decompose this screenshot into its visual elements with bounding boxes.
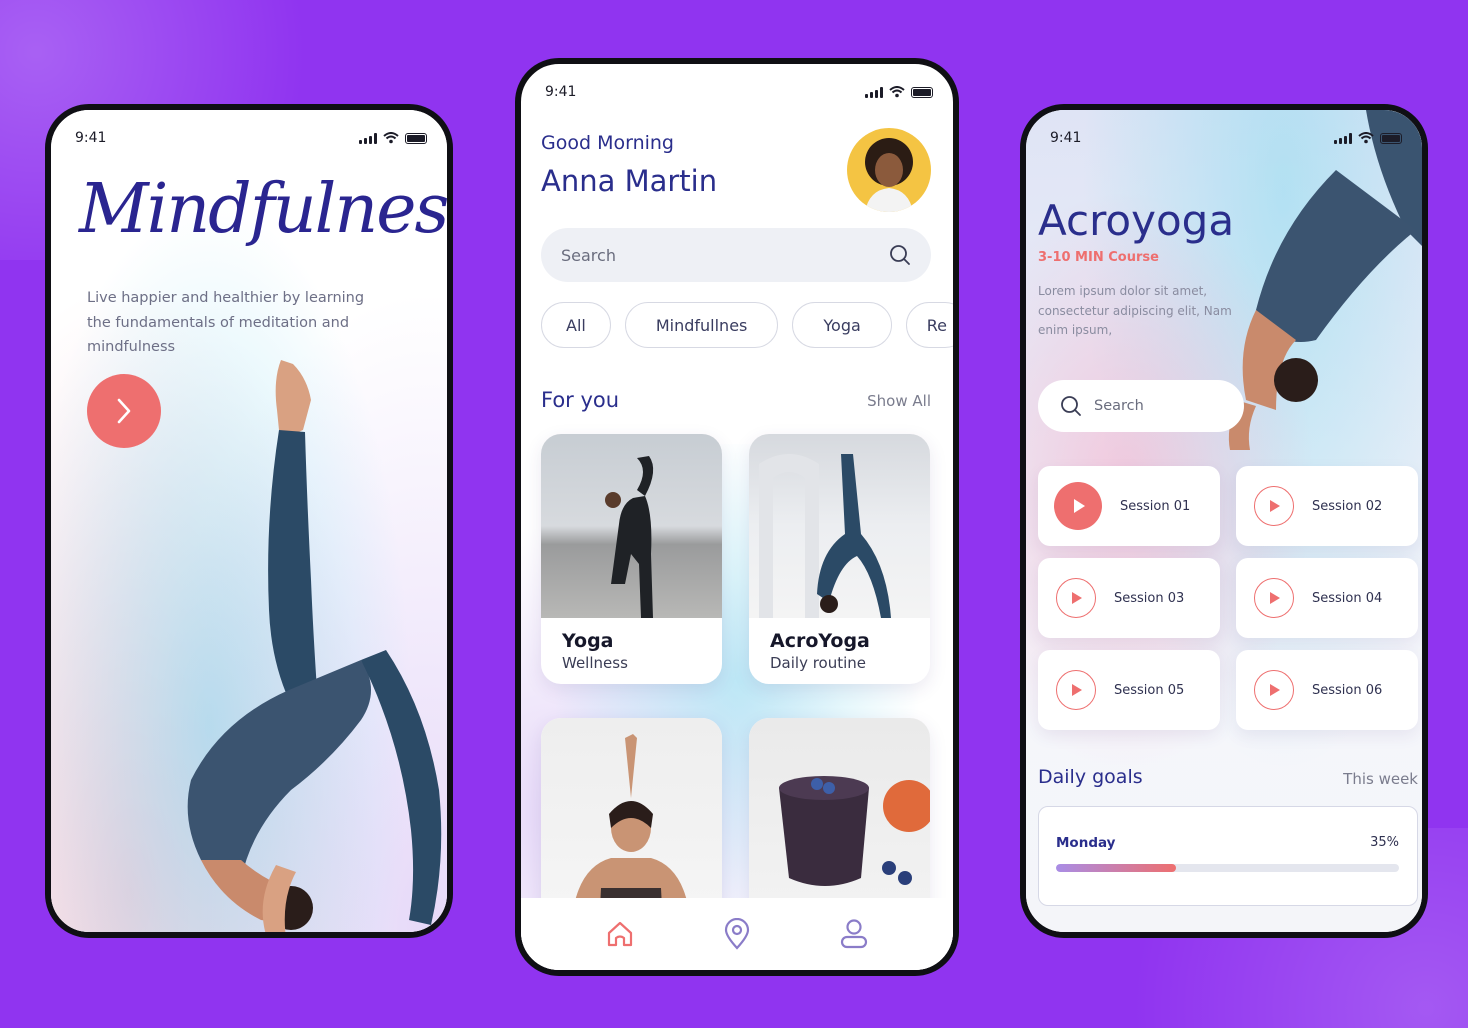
category-chips: All Mindfullnes Yoga Re [541, 302, 953, 348]
mindfulness-description: Live happier and healthier by learning t… [87, 290, 365, 355]
wifi-icon [383, 132, 399, 144]
phone-home: 9:41 Good Morning Anna Martin Search All… [515, 58, 959, 976]
session-label: Session 02 [1312, 498, 1383, 514]
status-time: 9:41 [1050, 130, 1082, 146]
bottom-nav [521, 898, 953, 970]
search-icon[interactable] [889, 244, 911, 266]
session-card[interactable]: Session 03 [1038, 558, 1220, 638]
signal-icon [1334, 132, 1352, 144]
card-subtitle: Daily routine [770, 654, 867, 672]
chip-yoga[interactable]: Yoga [792, 302, 892, 348]
status-bar: 9:41 [1050, 128, 1402, 148]
acroyoga-hero-image [1228, 110, 1422, 450]
chip-partial[interactable]: Re [905, 302, 953, 348]
section-title: For you [541, 388, 620, 412]
play-icon[interactable] [1056, 578, 1096, 618]
play-icon[interactable] [1054, 482, 1102, 530]
session-grid: Session 01 Session 02 Session 03 Session… [1038, 466, 1418, 730]
course-duration: 3-10 MIN Course [1038, 250, 1159, 265]
session-label: Session 05 [1114, 682, 1185, 698]
progress-fill [1056, 864, 1177, 872]
profile-icon[interactable] [839, 918, 869, 950]
card-meditation[interactable] [541, 718, 722, 928]
location-pin-icon[interactable] [722, 918, 752, 950]
avatar-image [865, 138, 913, 212]
chevron-right-icon [117, 398, 131, 424]
meditation-card-image [541, 718, 722, 928]
greeting: Good Morning [541, 132, 674, 154]
goals-period[interactable]: This week [1343, 770, 1418, 788]
battery-icon [405, 132, 427, 144]
session-label: Session 04 [1312, 590, 1383, 606]
mindfulness-title: Mindfulness [79, 170, 453, 249]
search-icon [1061, 396, 1081, 416]
card-title: AcroYoga [770, 630, 870, 652]
battery-icon [1380, 132, 1402, 144]
signal-icon [865, 86, 883, 98]
session-label: Session 06 [1312, 682, 1383, 698]
card-acroyoga[interactable]: AcroYoga Daily routine [749, 434, 930, 684]
play-icon[interactable] [1056, 670, 1096, 710]
status-time: 9:41 [75, 130, 107, 146]
play-icon[interactable] [1254, 670, 1294, 710]
smoothie-card-image [749, 718, 930, 928]
status-time: 9:41 [545, 84, 577, 100]
session-card[interactable]: Session 05 [1038, 650, 1220, 730]
search-placeholder: Search [561, 245, 616, 265]
session-card[interactable]: Session 02 [1236, 466, 1418, 546]
goal-day: Monday [1056, 835, 1116, 851]
card-smoothie[interactable] [749, 718, 930, 928]
goal-card: Monday 35% [1038, 806, 1418, 906]
progress-track [1056, 864, 1399, 872]
session-label: Session 03 [1114, 590, 1185, 606]
chip-mindfulness[interactable]: Mindfullnes [624, 302, 779, 348]
goal-percent: 35% [1370, 835, 1399, 850]
wifi-icon [889, 86, 905, 98]
card-yoga[interactable]: Yoga Wellness [541, 434, 722, 684]
play-icon[interactable] [1254, 578, 1294, 618]
search-bar[interactable]: Search [541, 228, 931, 282]
session-label: Session 01 [1120, 498, 1191, 514]
acroyoga-title: Acroyoga [1038, 196, 1235, 245]
acroyoga-card-image [749, 434, 930, 618]
status-bar: 9:41 [75, 128, 427, 148]
battery-icon [911, 86, 933, 98]
phone-mindfulness: 9:41 Mindfulness Live happier and health… [45, 104, 453, 938]
daily-goals-title: Daily goals [1038, 766, 1143, 788]
chip-all[interactable]: All [541, 302, 611, 348]
show-all-link[interactable]: Show All [867, 392, 931, 410]
course-description: Lorem ipsum dolor sit amet, consectetur … [1038, 284, 1232, 337]
play-icon[interactable] [1254, 486, 1294, 526]
status-bar: 9:41 [545, 82, 933, 102]
yoga-card-image [541, 434, 722, 618]
yoga-pose-image [187, 360, 442, 932]
signal-icon [359, 132, 377, 144]
session-card[interactable]: Session 01 [1038, 466, 1220, 546]
card-subtitle: Wellness [562, 654, 628, 672]
wifi-icon [1358, 132, 1374, 144]
session-card[interactable]: Session 06 [1236, 650, 1418, 730]
avatar[interactable] [847, 128, 931, 212]
card-title: Yoga [562, 630, 614, 652]
home-icon[interactable] [605, 919, 635, 949]
phone-acroyoga: 9:41 Acroyoga 3-10 MIN Course Lorem ipsu… [1020, 104, 1428, 938]
search-bar[interactable]: Search [1038, 380, 1244, 432]
session-card[interactable]: Session 04 [1236, 558, 1418, 638]
user-name: Anna Martin [541, 164, 718, 198]
search-placeholder: Search [1094, 398, 1144, 414]
next-button[interactable] [87, 374, 161, 448]
